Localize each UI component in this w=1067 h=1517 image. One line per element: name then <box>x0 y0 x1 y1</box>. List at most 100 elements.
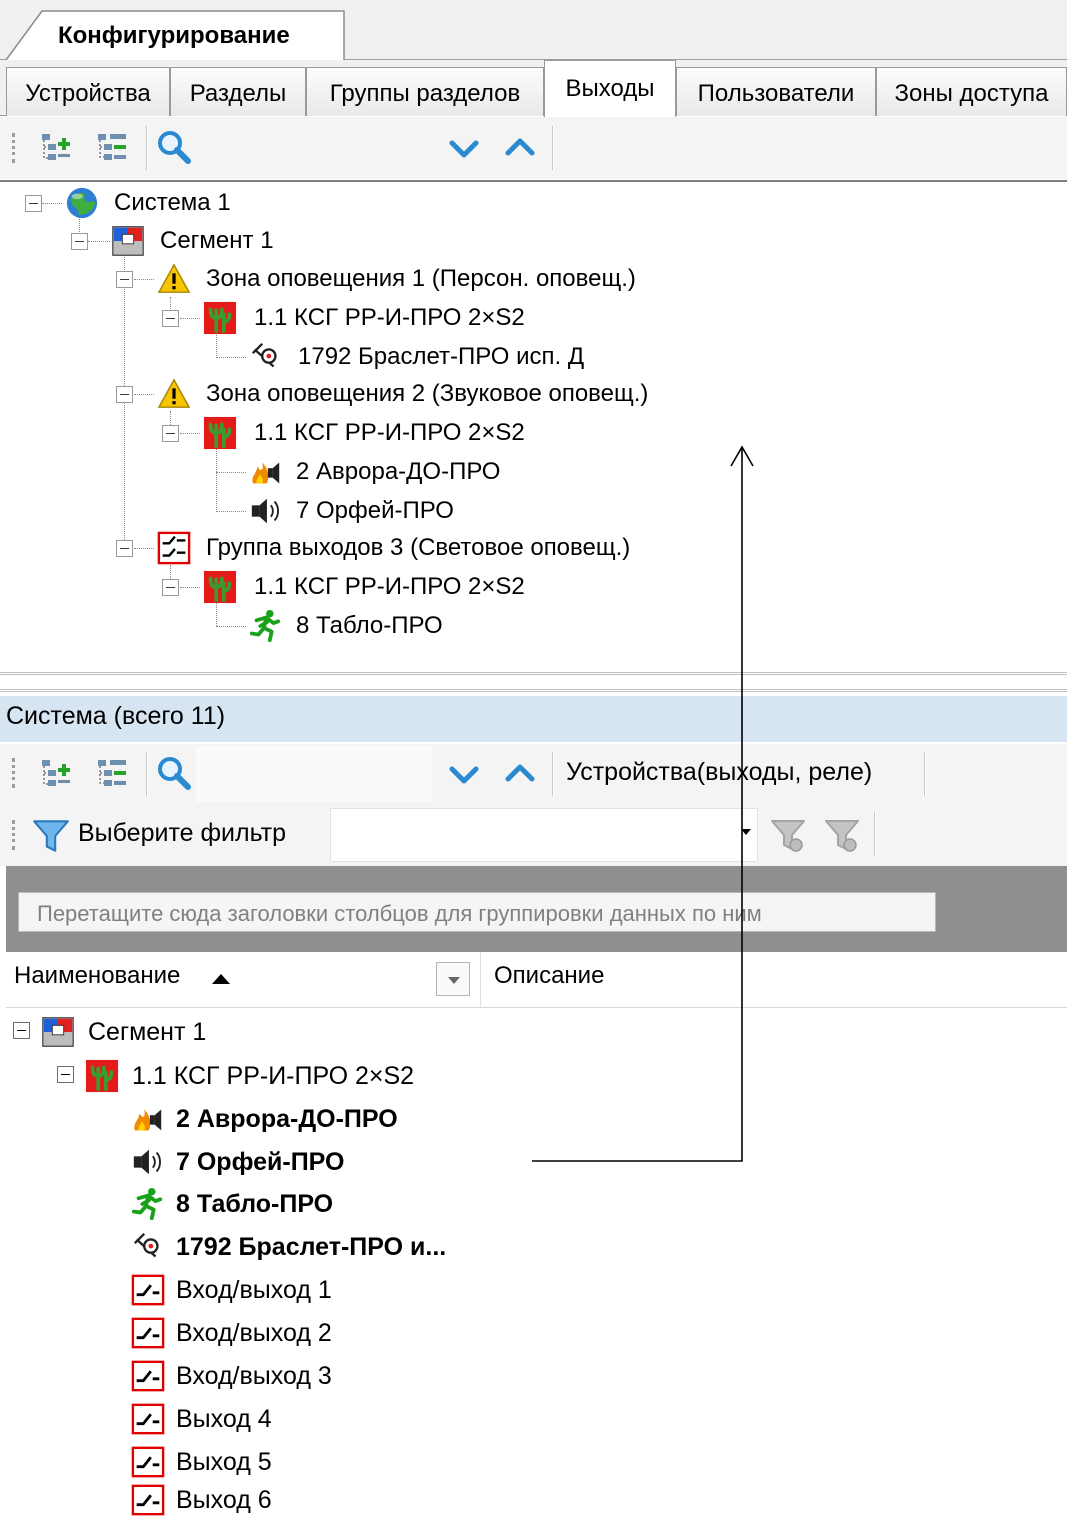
filter-select[interactable] <box>330 808 758 862</box>
speaker-icon <box>130 1145 166 1179</box>
grid-row[interactable]: Выход 5 <box>130 1440 272 1484</box>
outputs-tree: Система 1 Сегмент 1 Зона оповещения 1 (П… <box>0 180 1067 670</box>
globe-icon <box>64 186 100 220</box>
add-node-icon[interactable] <box>34 754 74 794</box>
row-label: Вход/выход 2 <box>176 1318 332 1347</box>
top-toolbar <box>0 117 1067 179</box>
add-node-icon[interactable] <box>34 128 74 168</box>
grid-row[interactable]: Вход/выход 3 <box>130 1354 332 1398</box>
bracelet-icon <box>248 340 284 374</box>
filter-toolbar: Выберите фильтр <box>0 804 1067 866</box>
search-icon[interactable] <box>154 128 194 168</box>
tab-users[interactable]: Пользователи <box>676 67 876 116</box>
tree-node-controller[interactable]: 1.1 КСГ РР-И-ПРО 2×S2 <box>202 570 525 604</box>
grid-header: Наименование Описание <box>6 952 1067 1008</box>
column-header-name[interactable]: Наименование <box>14 962 180 990</box>
output-group-icon <box>156 531 192 565</box>
grid-row[interactable]: Сегмент 1 <box>40 1010 206 1054</box>
toolbar-grip[interactable] <box>12 820 16 850</box>
segment-icon <box>40 1015 76 1049</box>
collapse-toggle[interactable] <box>25 195 42 212</box>
chevron-down-icon[interactable] <box>444 755 484 795</box>
collapse-toggle[interactable] <box>162 425 179 442</box>
toolbar-grip[interactable] <box>12 758 16 788</box>
relay-icon <box>130 1402 166 1436</box>
chevron-down-icon[interactable] <box>444 129 484 169</box>
panel-header: Система (всего 11) <box>0 696 1067 742</box>
toolbar-separator <box>552 126 554 170</box>
toolbar-separator <box>874 812 876 856</box>
group-by-area[interactable]: Перетащите сюда заголовки столбцов для г… <box>6 866 1067 952</box>
grid-row[interactable]: 1.1 КСГ РР-И-ПРО 2×S2 <box>84 1054 414 1098</box>
tree-list-icon[interactable] <box>92 754 132 794</box>
bracelet-icon <box>130 1230 166 1264</box>
filter-icon <box>30 815 72 857</box>
collapse-toggle[interactable] <box>57 1066 74 1083</box>
document-tab[interactable]: Конфигурирование <box>6 10 346 61</box>
device-type-dropdown[interactable]: Устройства(выходы, реле) <box>566 758 872 787</box>
chevron-up-icon[interactable] <box>500 753 540 793</box>
collapse-toggle[interactable] <box>162 579 179 596</box>
grid-row[interactable]: 7 Орфей-ПРО <box>130 1140 344 1184</box>
tree-node-label: Группа выходов 3 (Световое оповещ.) <box>206 534 631 561</box>
tree-list-icon[interactable] <box>92 128 132 168</box>
grid-row[interactable]: Выход 4 <box>130 1397 272 1441</box>
tab-users-label: Пользователи <box>697 80 855 107</box>
tree-node-exit-sign[interactable]: 8 Табло-ПРО <box>248 609 443 643</box>
collapse-toggle[interactable] <box>116 386 133 403</box>
tab-access-zones-label: Зоны доступа <box>894 80 1049 107</box>
tab-partitions[interactable]: Разделы <box>170 67 306 116</box>
relay-icon <box>130 1273 166 1307</box>
collapse-toggle[interactable] <box>116 540 133 557</box>
grid-row[interactable]: 1792 Браслет-ПРО и... <box>130 1225 446 1269</box>
tree-node-system[interactable]: Система 1 <box>64 186 231 220</box>
row-label: 1.1 КСГ РР-И-ПРО 2×S2 <box>132 1061 415 1090</box>
section-tabs: Устройства Разделы Группы разделов Выход… <box>0 60 1067 117</box>
tree-node-segment[interactable]: Сегмент 1 <box>110 224 274 258</box>
collapse-toggle[interactable] <box>13 1022 30 1039</box>
toolbar-separator <box>924 752 926 796</box>
chevron-up-icon[interactable] <box>500 127 540 167</box>
group-by-hint: Перетащите сюда заголовки столбцов для г… <box>18 892 936 932</box>
tab-outputs-label: Выходы <box>565 75 655 102</box>
tree-node-siren[interactable]: 2 Аврора-ДО-ПРО <box>248 455 500 489</box>
grid-row[interactable]: 8 Табло-ПРО <box>130 1182 333 1226</box>
tree-node-controller[interactable]: 1.1 КСГ РР-И-ПРО 2×S2 <box>202 416 525 450</box>
controller-icon <box>202 301 238 335</box>
tree-node-speaker[interactable]: 7 Орфей-ПРО <box>248 494 454 528</box>
filter-add-icon[interactable] <box>768 815 808 855</box>
search-icon[interactable] <box>154 754 194 794</box>
tab-outputs[interactable]: Выходы <box>544 60 676 117</box>
row-label: 2 Аврора-ДО-ПРО <box>176 1104 398 1133</box>
relay-icon <box>130 1483 166 1517</box>
toolbar-grip[interactable] <box>12 133 16 163</box>
column-header-description[interactable]: Описание <box>494 962 604 990</box>
tree-node-bracelet[interactable]: 1792 Браслет-ПРО исп. Д <box>248 340 584 374</box>
tab-partition-groups[interactable]: Группы разделов <box>306 67 544 116</box>
siren-icon <box>130 1102 166 1136</box>
grid-row[interactable]: Вход/выход 1 <box>130 1268 332 1312</box>
column-filter-button[interactable] <box>436 962 470 996</box>
tab-devices[interactable]: Устройства <box>6 67 170 116</box>
tree-node-output-group[interactable]: Группа выходов 3 (Световое оповещ.) <box>156 531 630 565</box>
toolbar-separator <box>146 752 148 796</box>
chevron-down-icon <box>448 977 460 984</box>
filter-label: Выберите фильтр <box>78 819 287 847</box>
grid-row[interactable]: 2 Аврора-ДО-ПРО <box>130 1097 398 1141</box>
grid-row[interactable]: Выход 6 <box>130 1483 272 1517</box>
tree-node-controller[interactable]: 1.1 КСГ РР-И-ПРО 2×S2 <box>202 301 525 335</box>
tab-access-zones[interactable]: Зоны доступа <box>876 67 1067 116</box>
tree-node-zone-2[interactable]: Зона оповещения 2 (Звуковое оповещ.) <box>156 377 648 411</box>
siren-icon <box>248 455 284 489</box>
collapse-toggle[interactable] <box>71 233 88 250</box>
tab-partition-groups-label: Группы разделов <box>329 80 521 107</box>
tree-node-label: Зона оповещения 2 (Звуковое оповещ.) <box>206 380 649 407</box>
panel-splitter[interactable] <box>0 672 1067 692</box>
filter-remove-icon[interactable] <box>822 815 862 855</box>
collapse-toggle[interactable] <box>162 310 179 327</box>
grid-row[interactable]: Вход/выход 2 <box>130 1311 332 1355</box>
collapse-toggle[interactable] <box>116 271 133 288</box>
relay-icon <box>130 1445 166 1479</box>
controller-icon <box>202 570 238 604</box>
tree-node-zone-1[interactable]: Зона оповещения 1 (Персон. оповещ.) <box>156 262 636 296</box>
